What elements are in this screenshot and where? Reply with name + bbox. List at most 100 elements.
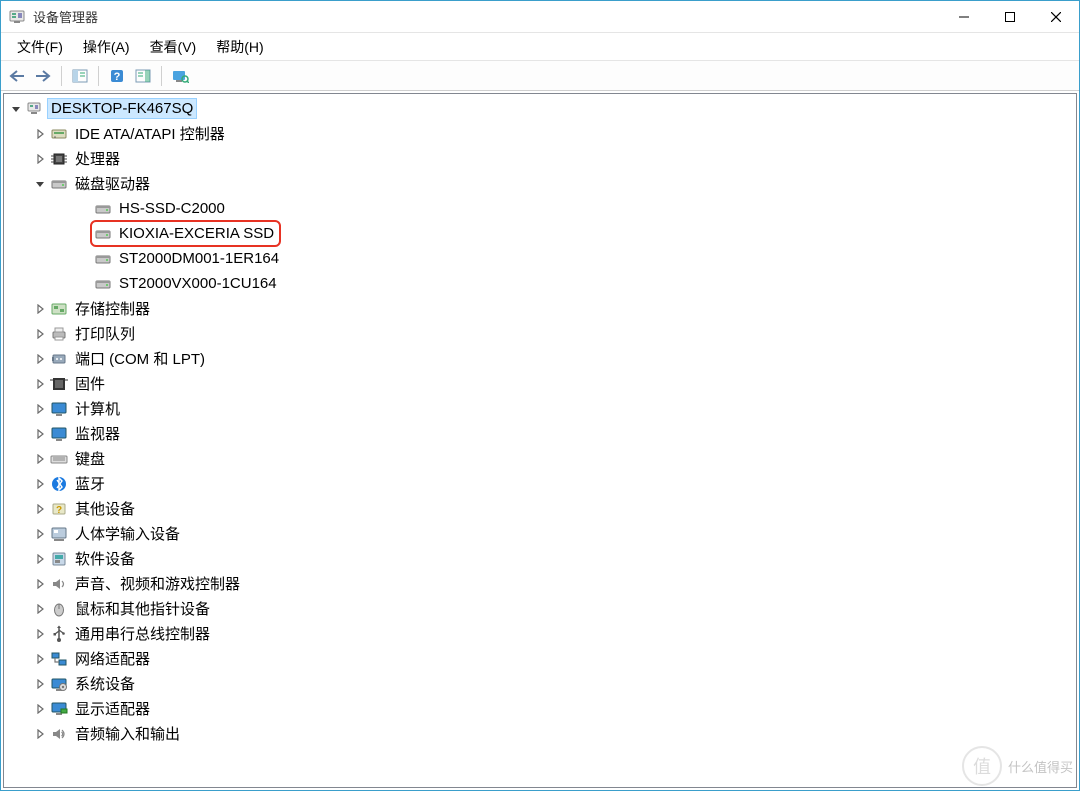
disk-icon	[94, 250, 112, 268]
tree-node-label: 存储控制器	[72, 297, 153, 320]
computer-icon	[26, 100, 44, 118]
tree-node[interactable]: 软件设备	[4, 546, 1076, 571]
menu-action[interactable]: 操作(A)	[73, 34, 140, 60]
scan-hardware-button[interactable]	[168, 64, 192, 88]
tree-node-label: 系统设备	[72, 672, 138, 695]
svg-text:?: ?	[56, 505, 62, 516]
expander-closed-icon[interactable]	[32, 551, 48, 567]
tree-node-label: 鼠标和其他指针设备	[72, 597, 213, 620]
maximize-button[interactable]	[987, 1, 1033, 33]
tree-node-highlighted[interactable]: KIOXIA-EXCERIA SSD	[4, 221, 1076, 246]
software-icon	[50, 550, 68, 568]
expander-open-icon[interactable]	[8, 101, 24, 117]
expander-closed-icon[interactable]	[32, 701, 48, 717]
expander-closed-icon[interactable]	[32, 476, 48, 492]
tree-node-label: 显示适配器	[72, 697, 153, 720]
svg-text:?: ?	[114, 71, 121, 83]
tree-node[interactable]: 鼠标和其他指针设备	[4, 596, 1076, 621]
tree-node[interactable]: 键盘	[4, 446, 1076, 471]
tree-node[interactable]: 通用串行总线控制器	[4, 621, 1076, 646]
expander-closed-icon[interactable]	[32, 426, 48, 442]
printer-icon	[50, 325, 68, 343]
back-button[interactable]	[5, 64, 29, 88]
tree-node-label: 人体学输入设备	[72, 522, 183, 545]
tree-node[interactable]: IDE ATA/ATAPI 控制器	[4, 121, 1076, 146]
tree-node[interactable]: 打印队列	[4, 321, 1076, 346]
device-tree[interactable]: DESKTOP-FK467SQ IDE ATA/ATAPI 控制器处理器磁盘驱动器…	[4, 94, 1076, 787]
monitor-icon	[50, 400, 68, 418]
disk-icon	[50, 175, 68, 193]
tree-node-label: 其他设备	[72, 497, 138, 520]
storage-ctrl-icon	[50, 300, 68, 318]
tree-node[interactable]: 磁盘驱动器	[4, 171, 1076, 196]
tree-node-label: 键盘	[72, 447, 108, 470]
expander-closed-icon[interactable]	[32, 676, 48, 692]
expander-closed-icon[interactable]	[32, 526, 48, 542]
tree-node-label: 网络适配器	[72, 647, 153, 670]
expander-closed-icon[interactable]	[32, 726, 48, 742]
expander-closed-icon[interactable]	[32, 576, 48, 592]
expander-open-icon[interactable]	[32, 176, 48, 192]
tree-node[interactable]: 人体学输入设备	[4, 521, 1076, 546]
expander-closed-icon[interactable]	[32, 501, 48, 517]
sound-icon	[50, 575, 68, 593]
titlebar: 设备管理器	[1, 1, 1079, 33]
tree-node[interactable]: 系统设备	[4, 671, 1076, 696]
tree-node[interactable]: 音频输入和输出	[4, 721, 1076, 746]
expander-closed-icon[interactable]	[32, 601, 48, 617]
tree-panel: DESKTOP-FK467SQ IDE ATA/ATAPI 控制器处理器磁盘驱动器…	[3, 93, 1077, 788]
tree-node[interactable]: 固件	[4, 371, 1076, 396]
tree-node[interactable]: 计算机	[4, 396, 1076, 421]
expander-closed-icon[interactable]	[32, 151, 48, 167]
expander-closed-icon[interactable]	[32, 451, 48, 467]
tree-node[interactable]: 蓝牙	[4, 471, 1076, 496]
tree-node[interactable]: ST2000DM001-1ER164	[4, 246, 1076, 271]
forward-button[interactable]	[31, 64, 55, 88]
close-button[interactable]	[1033, 1, 1079, 33]
menu-file[interactable]: 文件(F)	[7, 34, 73, 60]
tree-node[interactable]: 处理器	[4, 146, 1076, 171]
expander-closed-icon[interactable]	[32, 651, 48, 667]
tree-node-label: ST2000DM001-1ER164	[116, 249, 282, 268]
tree-node[interactable]: 监视器	[4, 421, 1076, 446]
tree-node-label: 音频输入和输出	[72, 722, 183, 745]
tree-node-label: DESKTOP-FK467SQ	[48, 99, 196, 118]
expander-closed-icon[interactable]	[32, 126, 48, 142]
monitor-icon	[50, 425, 68, 443]
tree-node[interactable]: ? 其他设备	[4, 496, 1076, 521]
show-hide-console-button[interactable]	[68, 64, 92, 88]
tree-node[interactable]: 显示适配器	[4, 696, 1076, 721]
expander-closed-icon[interactable]	[32, 401, 48, 417]
tree-node-label: IDE ATA/ATAPI 控制器	[72, 122, 228, 145]
tree-node-label: 通用串行总线控制器	[72, 622, 213, 645]
expander-closed-icon[interactable]	[32, 301, 48, 317]
toolbar: ?	[1, 61, 1079, 91]
action-pane-button[interactable]	[131, 64, 155, 88]
disk-icon	[94, 225, 112, 243]
menubar: 文件(F) 操作(A) 查看(V) 帮助(H)	[1, 33, 1079, 61]
help-button[interactable]: ?	[105, 64, 129, 88]
expander-closed-icon[interactable]	[32, 626, 48, 642]
tree-node[interactable]: 存储控制器	[4, 296, 1076, 321]
tree-node-label: 软件设备	[72, 547, 138, 570]
app-icon	[9, 9, 25, 25]
tree-node[interactable]: 端口 (COM 和 LPT)	[4, 346, 1076, 371]
tree-node-label: 打印队列	[72, 322, 138, 345]
minimize-button[interactable]	[941, 1, 987, 33]
tree-node[interactable]: HS-SSD-C2000	[4, 196, 1076, 221]
ide-icon	[50, 125, 68, 143]
display-icon	[50, 700, 68, 718]
network-icon	[50, 650, 68, 668]
expander-closed-icon[interactable]	[32, 376, 48, 392]
expander-closed-icon[interactable]	[32, 351, 48, 367]
tree-node[interactable]: ST2000VX000-1CU164	[4, 271, 1076, 296]
menu-view[interactable]: 查看(V)	[140, 34, 207, 60]
expander-closed-icon[interactable]	[32, 326, 48, 342]
system-icon	[50, 675, 68, 693]
menu-help[interactable]: 帮助(H)	[206, 34, 273, 60]
tree-node[interactable]: 网络适配器	[4, 646, 1076, 671]
tree-node[interactable]: 声音、视频和游戏控制器	[4, 571, 1076, 596]
tree-node[interactable]: DESKTOP-FK467SQ	[4, 96, 1076, 121]
tree-node-label: 声音、视频和游戏控制器	[72, 572, 243, 595]
tree-node-label: HS-SSD-C2000	[116, 199, 228, 218]
